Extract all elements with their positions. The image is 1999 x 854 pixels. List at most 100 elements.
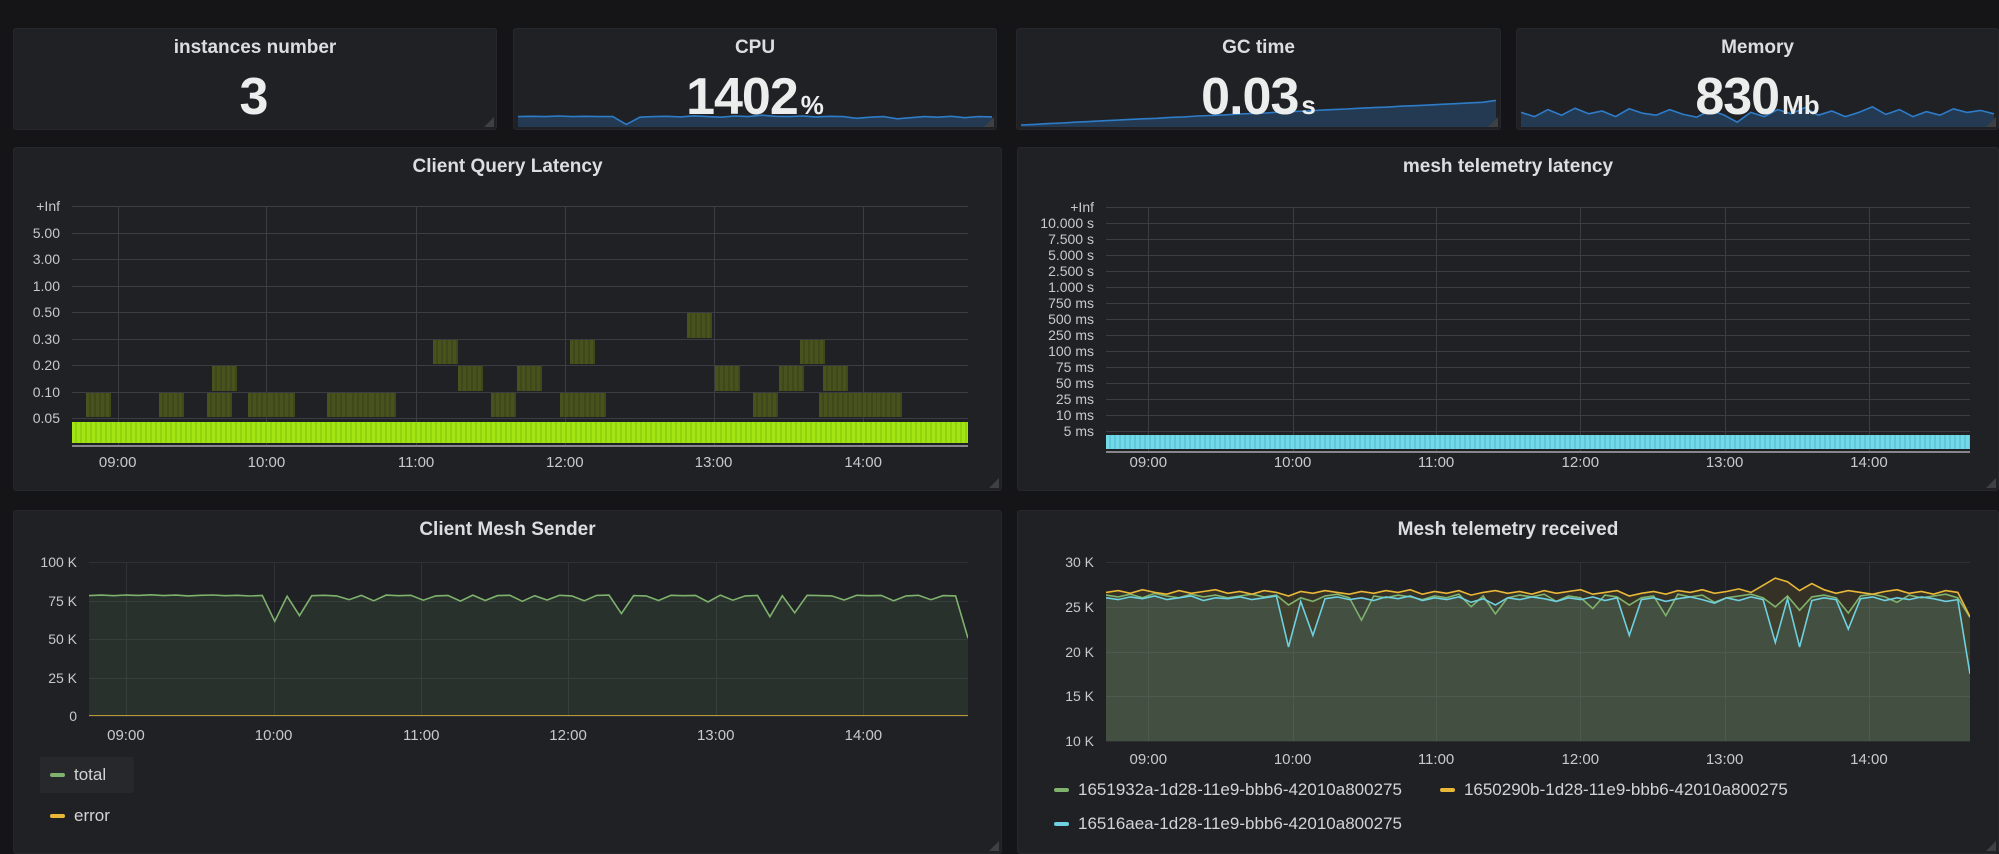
- stat-number: 0.03: [1201, 69, 1298, 125]
- x-axis-label: 10:00: [232, 454, 300, 471]
- y-axis-label: 0: [14, 707, 77, 725]
- heatmap-cell: [433, 340, 458, 365]
- gridline-vertical: [1580, 207, 1581, 452]
- y-axis-label: 100 K: [14, 553, 77, 571]
- legend-item-1[interactable]: 1651932a-1d28-11e9-bbb6-42010a800275: [1044, 775, 1412, 805]
- grafana-dashboard: instances number 3 CPU 1402 % GC time 0.…: [0, 0, 1999, 854]
- y-axis-label: 0.50: [14, 303, 60, 321]
- resize-handle[interactable]: [989, 478, 999, 488]
- x-axis-label: 12:00: [534, 727, 602, 744]
- x-axis-label: 11:00: [387, 727, 455, 744]
- y-axis-label: 25 K: [14, 669, 77, 687]
- x-axis-label: 09:00: [84, 454, 152, 471]
- resize-handle[interactable]: [1488, 117, 1498, 127]
- heatmap-cell: [753, 393, 778, 418]
- x-axis-label: 14:00: [829, 454, 897, 471]
- panel-instances-number: instances number 3: [13, 28, 497, 130]
- legend-label: total: [74, 765, 106, 785]
- gridline-horizontal: [1106, 319, 1970, 320]
- gridline-horizontal: [1106, 399, 1970, 400]
- gridline-horizontal: [1106, 239, 1970, 240]
- y-axis-label: 0.20: [14, 356, 60, 374]
- heatmap-cell: [159, 393, 184, 418]
- gridline-horizontal: [72, 286, 968, 287]
- heatmap-cell: [491, 393, 516, 418]
- time-series-plot: [1106, 556, 1970, 741]
- panel-title[interactable]: instances number: [14, 37, 496, 59]
- heatmap-bucket-bar: [72, 422, 968, 443]
- resize-handle[interactable]: [1986, 841, 1996, 851]
- panel-title[interactable]: Client Mesh Sender: [14, 519, 1001, 541]
- heatmap-cell: [248, 393, 273, 418]
- heatmap-cell: [270, 393, 295, 418]
- heatmap-cell: [687, 313, 712, 338]
- x-axis-label: 12:00: [1546, 454, 1614, 471]
- x-axis-label: 13:00: [1691, 454, 1759, 471]
- panel-client-query-latency: Client Query Latency +Inf5.003.001.000.5…: [13, 147, 1002, 491]
- legend-item-3[interactable]: 16516aea-1d28-11e9-bbb6-42010a800275: [1044, 809, 1412, 839]
- x-axis-label: 14:00: [829, 727, 897, 744]
- y-axis-label: 0.10: [14, 383, 60, 401]
- heatmap-bucket-bar: [1106, 435, 1970, 449]
- legend-item-1[interactable]: total: [40, 757, 134, 793]
- panel-memory: Memory 830 Mb: [1516, 28, 1999, 130]
- gridline-horizontal: [72, 418, 968, 419]
- panel-title[interactable]: Client Query Latency: [14, 156, 1001, 178]
- x-axis-label: 10:00: [1259, 454, 1327, 471]
- gridline-horizontal: [1106, 255, 1970, 256]
- resize-handle[interactable]: [1986, 117, 1996, 127]
- panel-title[interactable]: CPU: [514, 37, 996, 59]
- heatmap-cell: [779, 366, 804, 391]
- panel-mesh-telemetry-received: Mesh telemetry received 1651932a-1d28-11…: [1017, 510, 1999, 854]
- y-axis-label: 3.00: [14, 250, 60, 268]
- y-axis-label: 1.00: [14, 277, 60, 295]
- resize-handle[interactable]: [989, 841, 999, 851]
- legend-item-2[interactable]: error: [40, 801, 120, 831]
- panel-title[interactable]: Mesh telemetry received: [1018, 519, 1998, 541]
- gridline-horizontal: [72, 206, 968, 207]
- legend-swatch: [1054, 822, 1069, 826]
- panel-gc-time: GC time 0.03 s: [1016, 28, 1501, 130]
- panel-title[interactable]: Memory: [1517, 37, 1998, 59]
- x-axis-label: 11:00: [382, 454, 450, 471]
- gridline-horizontal: [1106, 431, 1970, 432]
- gridline-horizontal: [72, 312, 968, 313]
- heatmap-cell: [327, 393, 352, 418]
- legend-label: error: [74, 806, 110, 826]
- resize-handle[interactable]: [1986, 478, 1996, 488]
- gridline-horizontal: [1106, 303, 1970, 304]
- heatmap-cell: [212, 366, 237, 391]
- heatmap-cell: [581, 393, 606, 418]
- heatmap-cell: [207, 393, 232, 418]
- heatmap-cell: [823, 366, 848, 391]
- x-axis-label: 13:00: [1691, 751, 1759, 768]
- y-axis-label: 15 K: [1018, 687, 1094, 705]
- resize-handle[interactable]: [984, 117, 994, 127]
- heatmap-cell: [371, 393, 396, 418]
- stat-unit: s: [1301, 90, 1315, 121]
- heatmap-cell: [517, 366, 542, 391]
- stat-number: 3: [240, 69, 268, 125]
- gridline-vertical: [118, 206, 119, 446]
- resize-handle[interactable]: [484, 117, 494, 127]
- y-axis-label: 5.00: [14, 224, 60, 242]
- gridline-horizontal: [72, 259, 968, 260]
- gridline-horizontal: [72, 233, 968, 234]
- heatmap-cell: [86, 393, 111, 418]
- legend-swatch: [50, 814, 65, 818]
- legend-item-2[interactable]: 1650290b-1d28-11e9-bbb6-42010a800275: [1430, 775, 1798, 805]
- x-axis-label: 10:00: [240, 727, 308, 744]
- time-series-plot: [89, 556, 968, 716]
- heatmap-cell: [715, 366, 740, 391]
- panel-title[interactable]: GC time: [1017, 37, 1500, 59]
- y-axis-label: 0.05: [14, 409, 60, 427]
- x-axis-label: 11:00: [1402, 454, 1470, 471]
- y-axis-label: 50 K: [14, 630, 77, 648]
- stat-number: 830: [1695, 69, 1779, 125]
- x-axis-label: 14:00: [1835, 751, 1903, 768]
- gridline-vertical: [1436, 207, 1437, 452]
- x-axis-label: 10:00: [1259, 751, 1327, 768]
- panel-title[interactable]: mesh telemetry latency: [1018, 156, 1998, 178]
- legend: total error: [40, 757, 134, 831]
- y-axis-label: 0.30: [14, 330, 60, 348]
